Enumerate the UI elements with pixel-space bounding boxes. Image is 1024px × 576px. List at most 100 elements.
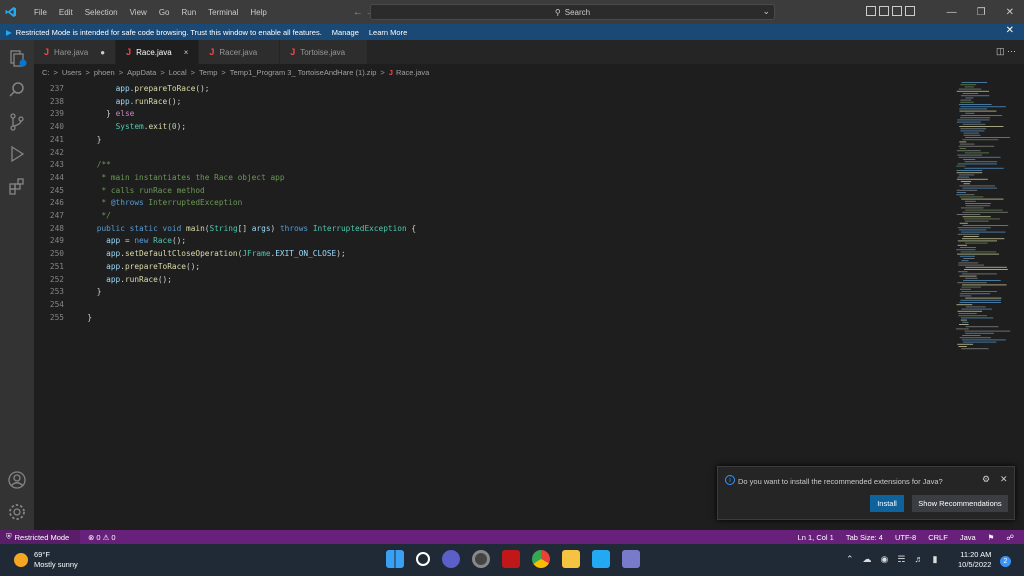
code-line[interactable]: 255 } [34, 313, 934, 326]
code-line[interactable]: 238 app.runRace(); [34, 97, 934, 110]
manage-link[interactable]: Manage [332, 28, 359, 37]
code-line[interactable]: 252 app.runRace(); [34, 275, 934, 288]
menu-item-run[interactable]: Run [175, 8, 202, 17]
notification-close-icon[interactable]: ✕ [1000, 474, 1008, 485]
breadcrumb-item[interactable]: Race.java [396, 68, 429, 77]
code-line[interactable]: 241 } [34, 135, 934, 148]
run-debug-icon[interactable] [7, 144, 27, 164]
account-icon[interactable] [7, 470, 27, 490]
code-line[interactable]: 248 public static void main(String[] arg… [34, 224, 934, 237]
tab-racer-java[interactable]: J Racer.java [199, 40, 281, 64]
code-line[interactable]: 239 } else [34, 109, 934, 122]
menu-item-terminal[interactable]: Terminal [202, 8, 244, 17]
settings-gear-icon[interactable] [7, 502, 27, 522]
code-line[interactable]: 247 */ [34, 211, 934, 224]
restore-icon[interactable]: ❐ [977, 7, 986, 18]
notification-badge[interactable]: 2 [1000, 556, 1011, 567]
toggle-panel-icon[interactable] [879, 6, 889, 16]
code-editor[interactable]: 237 app.prepareToRace(); 238 app.runRace(… [34, 80, 954, 530]
code-line[interactable]: 251 app.prepareToRace(); [34, 262, 934, 275]
chevron-up-icon[interactable]: ⌃ [846, 554, 854, 565]
explorer-icon[interactable] [7, 48, 27, 68]
language-mode[interactable]: Java [960, 533, 976, 542]
feedback-icon[interactable]: ⚑ [988, 533, 995, 542]
minimap-line [958, 346, 967, 347]
code-line[interactable]: 249 app = new Race(); [34, 236, 934, 249]
close-window-icon[interactable]: ✕ [1006, 7, 1014, 18]
vscode-taskbar-icon[interactable] [592, 550, 610, 568]
code-line[interactable]: 242 [34, 148, 934, 161]
breadcrumb-item[interactable]: C: [42, 68, 50, 77]
code-line[interactable]: 243 /** [34, 160, 934, 173]
minimap[interactable] [954, 80, 1014, 530]
tab-tortoise-java[interactable]: J Tortoise.java [280, 40, 369, 64]
tab-close-icon[interactable]: ● [100, 48, 105, 57]
tab-size[interactable]: Tab Size: 4 [846, 533, 883, 542]
menu-item-file[interactable]: File [28, 8, 53, 17]
tab-close-icon[interactable]: × [184, 48, 189, 57]
notification-gear-icon[interactable]: ⚙ [982, 474, 990, 485]
problems-status[interactable]: ⊗ 0 ⚠ 0 [88, 530, 116, 544]
minimize-icon[interactable]: — [947, 7, 957, 18]
search-box[interactable]: ⚲ Search ⌄ [370, 4, 775, 20]
onedrive-icon[interactable]: ☁ [863, 554, 872, 565]
breadcrumb-item[interactable]: Local [169, 68, 187, 77]
file-explorer-icon[interactable] [562, 550, 580, 568]
install-button[interactable]: Install [870, 495, 904, 512]
encoding[interactable]: UTF-8 [895, 533, 916, 542]
minimap-line [962, 216, 991, 218]
windows-start-icon[interactable] [386, 550, 404, 568]
extensions-icon[interactable] [7, 176, 27, 196]
code-line[interactable]: 253 } [34, 287, 934, 300]
search-icon[interactable] [416, 552, 430, 566]
code-line[interactable]: 244 * main instantiates the Race object … [34, 173, 934, 186]
eol[interactable]: CRLF [928, 533, 948, 542]
code-line[interactable]: 237 app.prepareToRace(); [34, 84, 934, 97]
breadcrumb-item[interactable]: Temp [199, 68, 217, 77]
java-file-icon: J [44, 47, 50, 57]
show-recommendations-button[interactable]: Show Recommendations [912, 495, 1008, 512]
search-icon[interactable] [7, 80, 27, 100]
menu-item-view[interactable]: View [124, 8, 153, 17]
breadcrumb-item[interactable]: Temp1_Program 3_ TortoiseAndHare (1).zip [230, 68, 377, 77]
chevron-down-icon[interactable]: ⌄ [762, 6, 770, 17]
tab-race-java[interactable]: J Race.java × [116, 40, 200, 64]
close-banner-icon[interactable]: ✕ [1006, 25, 1014, 36]
tab-hare-java[interactable]: J Hare.java ● [34, 40, 117, 64]
code-line[interactable]: 245 * calls runRace method [34, 186, 934, 199]
learn-more-link[interactable]: Learn More [369, 28, 407, 37]
toggle-sidebar-icon[interactable] [866, 6, 876, 16]
app-window-icon[interactable] [622, 550, 640, 568]
menu-item-go[interactable]: Go [153, 8, 176, 17]
bell-icon[interactable]: ☍ [1006, 533, 1014, 542]
code-line[interactable]: 250 app.setDefaultCloseOperation(JFrame.… [34, 249, 934, 262]
source-control-icon[interactable] [7, 112, 27, 132]
breadcrumb-item[interactable]: AppData [127, 68, 156, 77]
breadcrumb-item[interactable]: Users [62, 68, 82, 77]
menu-item-selection[interactable]: Selection [79, 8, 124, 17]
minimap-line [956, 178, 988, 180]
mcafee-icon[interactable] [502, 550, 520, 568]
volume-icon[interactable]: ♬ [914, 554, 923, 565]
clock[interactable]: 11:20 AM 10/5/2022 [958, 550, 991, 570]
toggle-secondary-sidebar-icon[interactable] [892, 6, 902, 16]
code-line[interactable]: 254 [34, 300, 934, 313]
customize-layout-icon[interactable] [905, 6, 915, 16]
app-tray-icon[interactable]: ◉ [881, 554, 889, 565]
battery-icon[interactable]: ▮ [932, 554, 937, 565]
breadcrumb-item[interactable]: phoen [94, 68, 115, 77]
teams-chat-icon[interactable] [442, 550, 460, 568]
menu-item-help[interactable]: Help [244, 8, 272, 17]
cursor-position[interactable]: Ln 1, Col 1 [798, 533, 834, 542]
code-line[interactable]: 246 * @throws InterruptedException [34, 198, 934, 211]
menu-item-edit[interactable]: Edit [53, 8, 79, 17]
wifi-icon[interactable]: ☴ [897, 554, 905, 565]
app-icon[interactable] [472, 550, 490, 568]
minimap-line [965, 297, 1002, 299]
chrome-icon[interactable] [532, 550, 550, 568]
weather-widget[interactable]: 69°F Mostly sunny [14, 550, 78, 570]
restricted-mode-status[interactable]: ⛨ Restricted Mode [0, 530, 80, 544]
split-editor-icon[interactable]: ◫ ⋯ [996, 46, 1016, 57]
code-line[interactable]: 240 System.exit(0); [34, 122, 934, 135]
minimap-line [962, 123, 986, 125]
